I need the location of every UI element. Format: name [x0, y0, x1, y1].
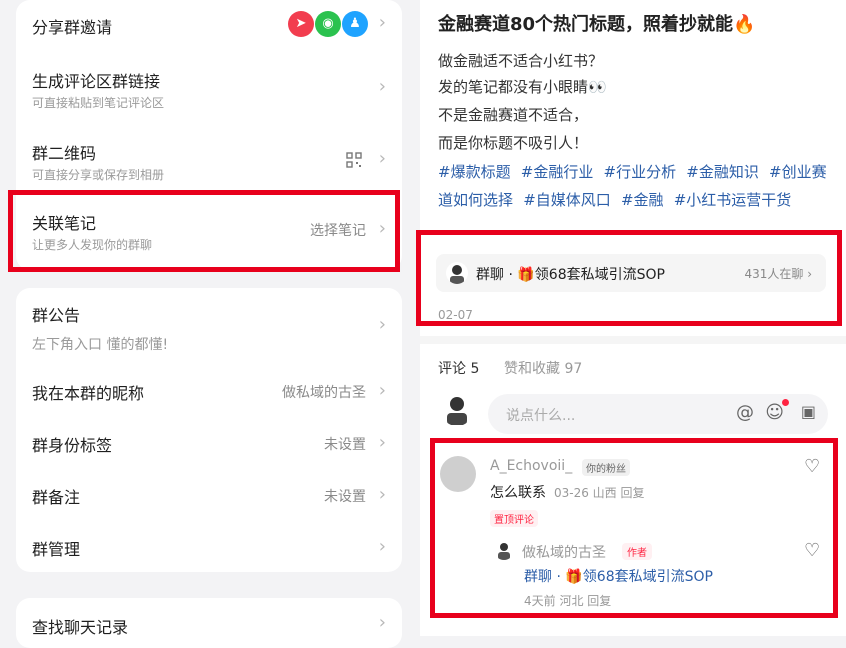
- group-settings-panel: 分享群邀请 ➤ ◉ ♟ › 生成评论区群链接 可直接粘贴到笔记评论区 › 群二维…: [0, 0, 420, 648]
- person-icon: [447, 397, 467, 425]
- my-avatar: [440, 392, 474, 426]
- notification-dot: [782, 399, 789, 406]
- generate-link-subtitle: 可直接粘贴到笔记评论区: [32, 96, 165, 110]
- hashtag[interactable]: #爆款标题: [438, 163, 511, 181]
- linked-note-subtitle: 让更多人发现你的群聊: [32, 238, 153, 252]
- group-member-count: 431人在聊 ›: [744, 267, 812, 281]
- hashtag[interactable]: #自媒体风口: [523, 191, 611, 209]
- reply-meta: 4天前 河北 回复: [524, 594, 612, 608]
- chevron-right-icon: ›: [378, 380, 386, 401]
- chevron-right-icon: ›: [378, 536, 386, 557]
- linked-note-value: 选择笔记: [310, 223, 366, 239]
- announcement-text: 左下角入口 懂的都懂!: [32, 337, 169, 353]
- generate-link-row[interactable]: 生成评论区群链接 可直接粘贴到笔记评论区 ›: [16, 58, 402, 118]
- send-icon[interactable]: ➤: [288, 11, 314, 37]
- group-avatar: [446, 262, 468, 284]
- hashtag[interactable]: #金融知识: [686, 163, 759, 181]
- comment-text: 怎么联系: [490, 485, 546, 501]
- tab-comments[interactable]: 评论 5: [438, 358, 479, 378]
- post-date: 02-07: [438, 308, 473, 322]
- group-share-card: 分享群邀请 ➤ ◉ ♟ › 生成评论区群链接 可直接粘贴到笔记评论区 › 群二维…: [16, 0, 402, 270]
- person-icon: [498, 543, 510, 560]
- announcement-row[interactable]: 群公告 左下角入口 懂的都懂! ›: [16, 288, 402, 364]
- post-line: 不是金融赛道不适合，: [438, 106, 589, 124]
- remark-title: 群备注: [32, 488, 81, 507]
- emoji-icon[interactable]: ☺: [765, 402, 784, 423]
- hashtag[interactable]: #小红书运营干货: [674, 191, 792, 209]
- share-invite-label: 分享群邀请: [32, 18, 113, 37]
- note-detail-panel: 金融赛道80个热门标题，照着抄就能🔥 做金融适不适合小红书？ 发的笔记都没有小眼…: [420, 0, 846, 636]
- divider: [420, 336, 846, 344]
- qrcode-row[interactable]: 群二维码 可直接分享或保存到相册 ›: [16, 130, 402, 190]
- id-tag-title: 群身份标签: [32, 436, 113, 455]
- chevron-right-icon: ›: [378, 76, 386, 97]
- wechat-icon[interactable]: ◉: [315, 11, 341, 37]
- image-icon[interactable]: ▣: [801, 402, 816, 421]
- remark-row[interactable]: 群备注 未设置 ›: [16, 472, 402, 516]
- nickname-title: 我在本群的昵称: [32, 384, 145, 403]
- comment-input-placeholder: 说点什么...: [506, 408, 576, 424]
- fan-badge: 你的粉丝: [582, 459, 630, 476]
- commenter-avatar[interactable]: [440, 456, 476, 492]
- heart-icon[interactable]: ♡: [804, 540, 820, 561]
- linked-note-row[interactable]: 关联笔记 让更多人发现你的群聊 选择笔记 ›: [16, 200, 402, 260]
- nickname-value: 做私域的古圣: [282, 385, 366, 401]
- person-icon: [450, 265, 464, 284]
- hashtag[interactable]: #金融行业: [521, 163, 594, 181]
- chevron-right-icon: ›: [378, 148, 386, 169]
- hashtag[interactable]: #金融: [621, 191, 664, 209]
- group-chat-card[interactable]: 群聊 · 🎁领68套私域引流SOP 431人在聊 ›: [436, 254, 826, 292]
- mention-icon[interactable]: @: [736, 402, 754, 423]
- chevron-right-icon: ›: [378, 314, 386, 335]
- commenter-name[interactable]: A_Echovoii_: [490, 458, 572, 474]
- post-line: 发的笔记都没有小眼睛👀: [438, 78, 607, 96]
- chevron-right-icon: ›: [378, 484, 386, 505]
- comment-meta: 03-26 山西 回复: [554, 486, 645, 500]
- pinned-comment-badge: 置顶评论: [490, 510, 538, 527]
- linked-note-title: 关联笔记: [32, 214, 97, 233]
- manage-row[interactable]: 群管理 ›: [16, 524, 402, 568]
- tab-likes-favorites[interactable]: 赞和收藏 97: [504, 358, 582, 378]
- id-tag-row[interactable]: 群身份标签 未设置 ›: [16, 420, 402, 464]
- nickname-row[interactable]: 我在本群的昵称 做私域的古圣 ›: [16, 368, 402, 412]
- reply-author-avatar[interactable]: [494, 540, 514, 560]
- post-tags: #爆款标题 #金融行业 #行业分析 #金融知识 #创业赛道如何选择 #自媒体风口…: [438, 158, 834, 214]
- post-title: 金融赛道80个热门标题，照着抄就能🔥: [438, 14, 756, 35]
- announcement-title: 群公告: [32, 306, 81, 325]
- share-invite-row[interactable]: 分享群邀请 ➤ ◉ ♟ ›: [16, 0, 402, 48]
- heart-icon[interactable]: ♡: [804, 456, 820, 477]
- chat-history-card: 查找聊天记录 ›: [16, 598, 402, 648]
- qrcode-icon: [346, 152, 362, 168]
- author-badge: 作者: [622, 543, 652, 560]
- post-line: 而是你标题不吸引人！: [438, 134, 589, 152]
- group-chat-label: 群聊 · 🎁领68套私域引流SOP: [476, 267, 665, 283]
- chevron-right-icon: ›: [378, 432, 386, 453]
- qrcode-title: 群二维码: [32, 144, 97, 163]
- remark-value: 未设置: [324, 489, 366, 505]
- id-tag-value: 未设置: [324, 437, 366, 453]
- chevron-right-icon: ›: [378, 12, 386, 33]
- manage-title: 群管理: [32, 540, 81, 559]
- search-history-title: 查找聊天记录: [32, 618, 129, 637]
- comment-input[interactable]: 说点什么... @ ☺ ▣: [488, 394, 828, 434]
- chevron-right-icon: ›: [378, 612, 386, 633]
- post-line: 做金融适不适合小红书？: [438, 52, 604, 70]
- reply-group-link[interactable]: 群聊 · 🎁领68套私域引流SOP: [524, 566, 713, 586]
- reply-author-name[interactable]: 做私域的古圣: [522, 542, 606, 562]
- hashtag[interactable]: #行业分析: [604, 163, 677, 181]
- qq-icon[interactable]: ♟: [342, 11, 368, 37]
- generate-link-title: 生成评论区群链接: [32, 72, 161, 91]
- group-info-card: 群公告 左下角入口 懂的都懂! › 我在本群的昵称 做私域的古圣 › 群身份标签…: [16, 288, 402, 572]
- qrcode-subtitle: 可直接分享或保存到相册: [32, 168, 165, 182]
- chevron-right-icon: ›: [378, 218, 386, 239]
- search-history-row[interactable]: 查找聊天记录 ›: [16, 598, 402, 646]
